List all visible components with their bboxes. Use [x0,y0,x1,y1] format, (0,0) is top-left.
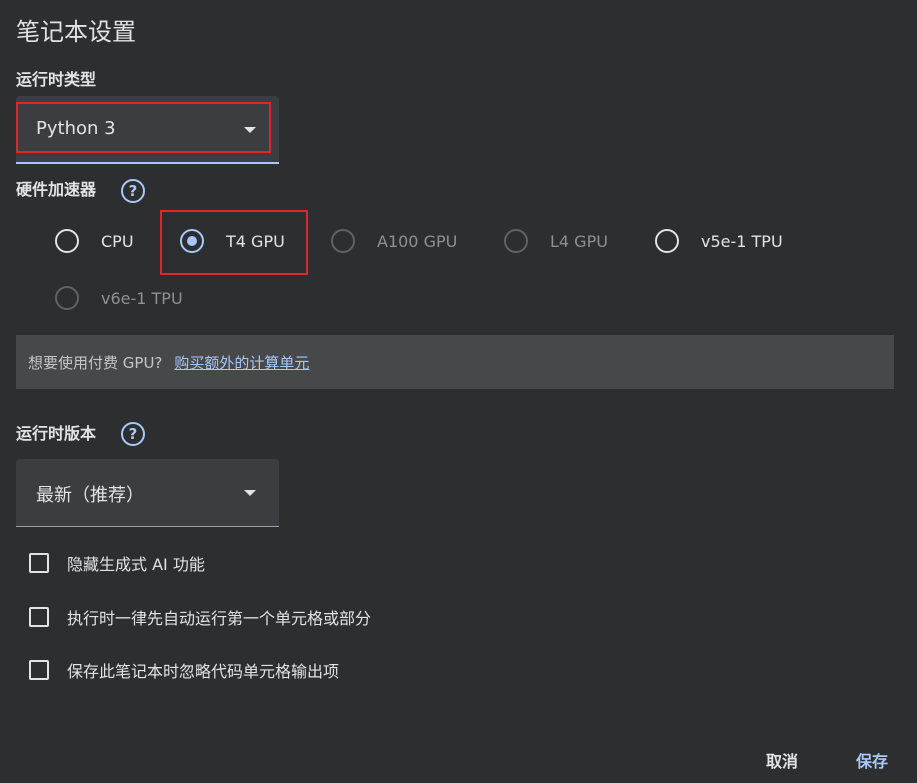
runtime-version-label: 运行时版本 [16,424,97,443]
checkbox-label: 隐藏生成式 AI 功能 [67,555,205,574]
dropdown-arrow-icon [244,490,256,496]
runtime-type-label: 运行时类型 [16,70,97,89]
paid-gpu-banner: 想要使用付费 GPU? 购买额外的计算单元 [16,335,894,389]
radio-v5e-1-tpu[interactable]: v5e-1 TPU [655,229,783,253]
radio-label: T4 GPU [226,231,285,251]
radio-t4-gpu[interactable]: T4 GPU [180,229,285,253]
radio-label: A100 GPU [377,231,458,251]
radio-cpu[interactable]: CPU [55,229,134,253]
cancel-button[interactable]: 取消 [766,748,798,772]
buy-compute-units-link[interactable]: 购买额外的计算单元 [174,352,309,373]
runtime-version-value: 最新（推荐） [36,485,144,506]
paid-gpu-text: 想要使用付费 GPU? [28,353,163,372]
radio-circle-selected-icon [180,229,204,253]
help-circle-icon[interactable]: ? [121,179,145,203]
runtime-version-select[interactable]: 最新（推荐） [16,459,279,527]
radio-circle-icon [504,229,528,253]
dialog-title: 笔记本设置 [16,18,136,46]
checkbox-label: 执行时一律先自动运行第一个单元格或部分 [67,609,372,628]
radio-label: CPU [101,231,134,251]
radio-circle-icon [55,286,79,310]
radio-label: L4 GPU [550,231,608,251]
checkbox-hide-generative-ai[interactable]: 隐藏生成式 AI 功能 [29,551,205,575]
radio-circle-icon [655,229,679,253]
radio-label: v6e-1 TPU [101,288,183,308]
hardware-accelerator-label: 硬件加速器 [16,180,97,199]
runtime-type-value: Python 3 [36,118,116,139]
checkbox-omit-cell-output[interactable]: 保存此笔记本时忽略代码单元格输出项 [29,658,339,682]
radio-v6e-1-tpu[interactable]: v6e-1 TPU [55,286,183,310]
checkbox-auto-run-first-cell[interactable]: 执行时一律先自动运行第一个单元格或部分 [29,605,371,629]
runtime-type-select[interactable]: Python 3 [16,96,279,164]
radio-circle-icon [331,229,355,253]
save-button[interactable]: 保存 [856,748,888,772]
radio-circle-icon [55,229,79,253]
radio-a100-gpu[interactable]: A100 GPU [331,229,457,253]
radio-l4-gpu[interactable]: L4 GPU [504,229,608,253]
checkbox-empty-icon [29,607,49,627]
checkbox-empty-icon [29,553,49,573]
checkbox-empty-icon [29,660,49,680]
radio-label: v5e-1 TPU [701,231,783,251]
dropdown-arrow-icon [244,127,256,133]
checkbox-label: 保存此笔记本时忽略代码单元格输出项 [67,662,340,681]
help-circle-icon[interactable]: ? [121,422,145,446]
